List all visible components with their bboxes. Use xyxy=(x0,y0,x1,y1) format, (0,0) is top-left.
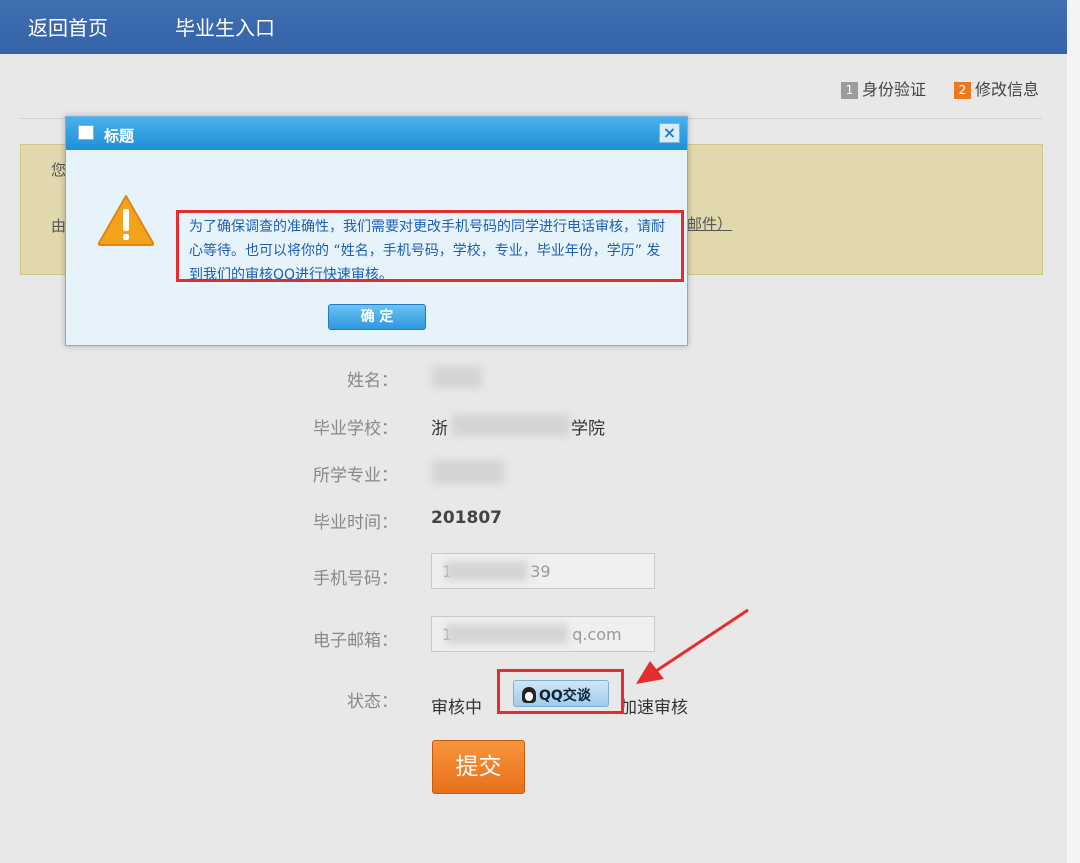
notice-email-link[interactable]: 邮件） xyxy=(687,213,732,234)
email-suffix: q.com xyxy=(572,625,622,644)
edit-icon xyxy=(78,125,94,140)
top-nav-bar: 返回首页 毕业生入口 xyxy=(0,0,1067,54)
school-suffix: 学院 xyxy=(571,419,605,439)
step-2-label: 修改信息 xyxy=(975,80,1040,99)
step-2-number: 2 xyxy=(954,82,971,99)
alert-dialog: 标题 × 为了确保调查的准确性，我们需要对更改手机号码的同学进行电话审核，请耐心… xyxy=(65,116,688,346)
email-redaction xyxy=(446,624,568,644)
major-redaction xyxy=(432,460,504,484)
gradtime-value: 201807 xyxy=(431,508,502,528)
nav-home-link[interactable]: 返回首页 xyxy=(28,12,108,41)
submit-button[interactable]: 提交 xyxy=(432,740,525,794)
warning-icon xyxy=(97,195,155,246)
school-label: 毕业学校： xyxy=(313,419,398,439)
phone-redaction xyxy=(446,561,528,581)
major-label: 所学专业： xyxy=(313,466,398,486)
status-label: 状态： xyxy=(347,692,398,712)
highlight-box xyxy=(497,669,624,714)
ok-button[interactable]: 确 定 xyxy=(328,304,426,330)
dialog-message: 为了确保调查的准确性，我们需要对更改手机号码的同学进行电话审核，请耐心等待。也可… xyxy=(176,210,684,283)
email-label: 电子邮箱： xyxy=(313,631,398,651)
speed-review-text: 加速审核 xyxy=(620,698,688,718)
dialog-titlebar[interactable]: 标题 × xyxy=(66,117,687,150)
status-value: 审核中 xyxy=(431,698,482,718)
red-arrow xyxy=(636,608,749,684)
phone-label: 手机号码： xyxy=(313,569,398,589)
scrollbar-track[interactable] xyxy=(1067,0,1080,863)
nav-graduate-link[interactable]: 毕业生入口 xyxy=(175,12,275,41)
close-icon[interactable]: × xyxy=(659,123,680,143)
dialog-title: 标题 xyxy=(104,127,135,145)
school-redaction xyxy=(452,414,570,436)
phone-suffix: 39 xyxy=(530,562,551,581)
step-1: 1 身份验证 xyxy=(841,76,926,100)
step-1-label: 身份验证 xyxy=(862,80,927,99)
notice-text-2: 由 xyxy=(51,217,67,235)
school-prefix: 浙 xyxy=(431,419,448,439)
step-2: 2 修改信息 xyxy=(954,76,1039,100)
name-label: 姓名： xyxy=(347,371,398,391)
step-1-number: 1 xyxy=(841,82,858,99)
gradtime-label: 毕业时间： xyxy=(313,513,398,533)
name-redaction xyxy=(432,366,482,388)
notice-text-1: 您 xyxy=(51,161,67,179)
